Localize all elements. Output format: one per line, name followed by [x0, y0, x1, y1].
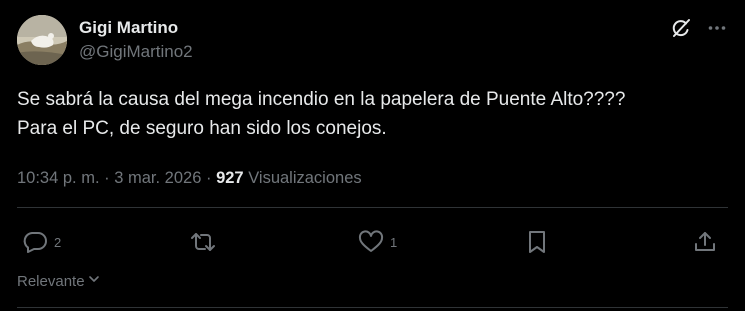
top-actions	[670, 17, 727, 39]
like-icon	[358, 230, 384, 254]
avatar[interactable]	[17, 15, 67, 65]
share-icon	[693, 230, 717, 254]
separator: ·	[205, 169, 212, 187]
reply-count: 2	[54, 234, 62, 250]
share-button[interactable]	[693, 230, 717, 254]
reply-button[interactable]: 2	[22, 230, 61, 254]
display-name[interactable]: Gigi Martino	[79, 18, 193, 38]
repost-button[interactable]	[189, 230, 223, 254]
tweet-text: Se sabrá la causa del mega incendio en l…	[17, 85, 727, 143]
tweet-text-line: Se sabrá la causa del mega incendio en l…	[17, 89, 626, 110]
separator: ·	[104, 169, 110, 187]
divider	[17, 207, 728, 208]
author-block: Gigi Martino @GigiMartino2	[79, 18, 193, 63]
sort-selector[interactable]: Relevante	[17, 272, 101, 290]
chevron-down-icon	[87, 272, 101, 290]
tweet-meta: 10:34 p. m. · 3 mar. 2026 · 927 Visualiz…	[17, 167, 362, 189]
grok-icon[interactable]	[670, 17, 692, 39]
sort-label: Relevante	[17, 272, 85, 290]
views-label: Visualizaciones	[248, 169, 362, 187]
like-count: 1	[390, 234, 398, 250]
tweet-time[interactable]: 10:34 p. m.	[17, 169, 100, 187]
like-button[interactable]: 1	[358, 230, 397, 254]
tweet: Gigi Martino @GigiMartino2 Se sabrá la c…	[0, 0, 745, 311]
tweet-text-line: Para el PC, de seguro han sido los conej…	[17, 118, 387, 139]
views-count: 927	[216, 169, 244, 187]
user-handle[interactable]: @GigiMartino2	[79, 41, 193, 63]
reply-icon	[22, 230, 48, 254]
bookmark-button[interactable]	[526, 230, 548, 254]
tweet-date[interactable]: 3 mar. 2026	[114, 169, 201, 187]
divider	[17, 307, 728, 308]
bookmark-icon	[526, 230, 548, 254]
more-icon[interactable]	[707, 18, 727, 38]
repost-icon	[189, 230, 217, 254]
